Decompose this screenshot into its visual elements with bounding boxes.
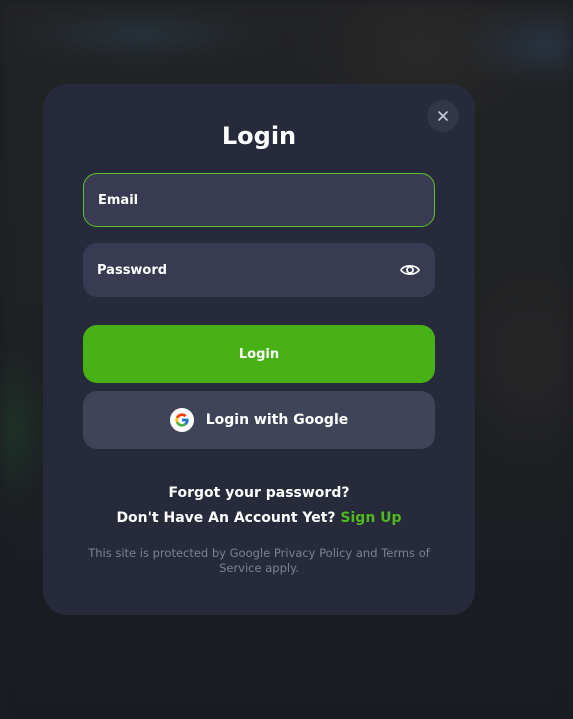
signup-prompt: Don't Have An Account Yet?	[116, 510, 336, 526]
password-input[interactable]	[97, 262, 399, 278]
email-field[interactable]	[83, 173, 435, 227]
close-icon	[438, 111, 448, 121]
login-button[interactable]: Login	[83, 325, 435, 383]
login-modal: Login Login Login with Google Forgot you…	[43, 84, 475, 615]
password-field[interactable]	[83, 243, 435, 297]
forgot-password-link[interactable]: Forgot your password?	[43, 485, 475, 501]
eye-icon	[400, 264, 420, 276]
login-button-label: Login	[238, 346, 280, 362]
modal-title: Login	[221, 122, 297, 150]
signup-link[interactable]: Sign Up	[340, 510, 401, 526]
google-g-icon	[175, 413, 189, 427]
email-input[interactable]	[98, 192, 420, 208]
google-button-label: Login with Google	[205, 412, 349, 428]
show-password-toggle[interactable]	[399, 259, 421, 281]
signup-row: Don't Have An Account Yet? Sign Up	[43, 510, 475, 526]
google-login-button[interactable]: Login with Google	[83, 391, 435, 449]
recaptcha-notice: This site is protected by Google Privacy…	[88, 546, 430, 575]
google-badge	[169, 408, 194, 432]
